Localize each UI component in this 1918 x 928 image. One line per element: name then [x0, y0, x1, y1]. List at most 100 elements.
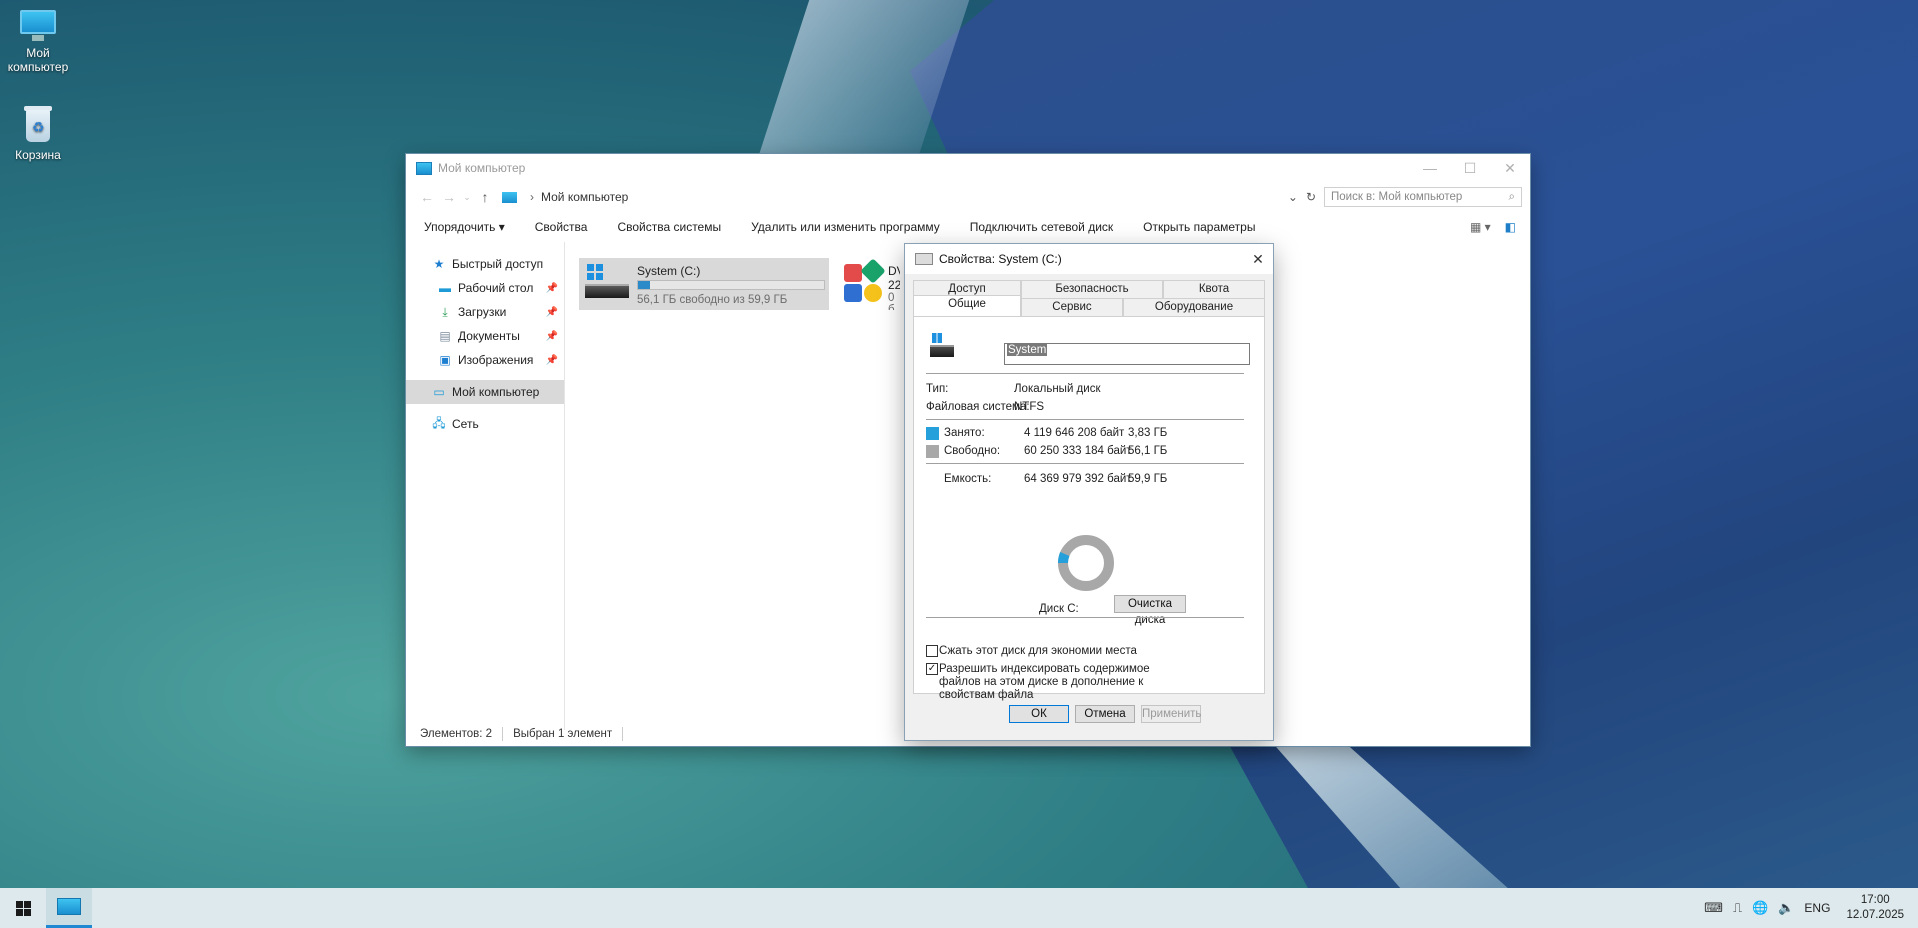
dialog-titlebar[interactable]: Свойства: System (C:) ✕: [905, 244, 1273, 274]
type-label: Тип:: [926, 383, 949, 395]
nav-desktop[interactable]: ▬ Рабочий стол 📌: [406, 276, 564, 300]
tab-security[interactable]: Безопасность: [1021, 280, 1163, 298]
breadcrumb[interactable]: › Мой компьютер: [502, 190, 628, 204]
command-bar: Упорядочить ▾ Свойства Свойства системы …: [406, 212, 1530, 242]
nav-this-pc[interactable]: ▭ Мой компьютер: [406, 380, 564, 404]
capacity-bytes: 64 369 979 392 байт: [1024, 473, 1132, 485]
computer-icon: [57, 898, 81, 915]
up-button[interactable]: ↑: [474, 189, 496, 205]
tab-quota[interactable]: Квота: [1163, 280, 1265, 298]
preview-pane-icon[interactable]: ◧: [1505, 220, 1516, 234]
capacity-label: Емкость:: [944, 473, 992, 485]
chevron-down-icon[interactable]: ⌄: [1288, 190, 1298, 204]
ok-button[interactable]: ОК: [1009, 705, 1069, 723]
drive-free-space: 56,1 ГБ свободно из 59,9 ГБ: [637, 294, 788, 306]
volume-name-input[interactable]: System: [1004, 343, 1250, 365]
language-indicator[interactable]: ENG: [1804, 901, 1830, 915]
back-button[interactable]: ←: [416, 189, 438, 205]
monitor-icon: [18, 10, 58, 42]
nav-quick-access[interactable]: ★ Быстрый доступ: [406, 252, 564, 276]
network-globe-icon[interactable]: 🌐: [1752, 900, 1768, 916]
wallpaper-streak: [750, 0, 970, 180]
computer-icon: [502, 191, 517, 203]
pictures-icon: ▣: [439, 353, 451, 367]
search-placeholder: Поиск в: Мой компьютер: [1331, 191, 1463, 203]
uninstall-program-button[interactable]: Удалить или изменить программу: [751, 220, 940, 234]
tab-tools[interactable]: Сервис: [1021, 298, 1123, 316]
drive-icon: [915, 253, 933, 265]
open-settings-button[interactable]: Открыть параметры: [1143, 220, 1255, 234]
close-button[interactable]: ✕: [1490, 160, 1530, 177]
forward-button[interactable]: →: [438, 189, 460, 205]
clock-date: 12.07.2025: [1846, 909, 1904, 921]
properties-button[interactable]: Свойства: [535, 220, 588, 234]
dvd-line3: 0 б: [888, 292, 895, 310]
system-tray: ⌨ ⎍ 🌐 🔈 ENG 17:00 12.07.2025: [1704, 893, 1904, 923]
nav-label: Изображения: [458, 353, 534, 367]
apply-button[interactable]: Применить: [1141, 705, 1201, 723]
volume-icon[interactable]: 🔈: [1778, 900, 1794, 916]
keyboard-icon[interactable]: ⌨: [1704, 900, 1723, 916]
nav-network[interactable]: 🖧 Сеть: [406, 412, 564, 436]
network-icon: 🖧: [432, 415, 446, 430]
index-checkbox[interactable]: ✓: [926, 663, 938, 675]
pin-icon: 📌: [545, 282, 558, 294]
download-icon: ⤓: [442, 304, 448, 319]
hard-drive-icon: [930, 333, 956, 357]
map-network-drive-button[interactable]: Подключить сетевой диск: [970, 220, 1113, 234]
desktop-folder-icon: ▬: [439, 281, 451, 295]
pin-icon: 📌: [545, 354, 558, 366]
minimize-button[interactable]: —: [1410, 160, 1450, 177]
maximize-button[interactable]: ☐: [1450, 160, 1490, 177]
desktop-icon-my-computer[interactable]: Мой компьютер: [0, 10, 76, 74]
nav-label: Быстрый доступ: [452, 257, 544, 271]
nav-pictures[interactable]: ▣ Изображения 📌: [406, 348, 564, 372]
disk-cleanup-button[interactable]: Очистка диска: [1114, 595, 1186, 626]
search-input[interactable]: Поиск в: Мой компьютер ⌕: [1324, 187, 1522, 207]
dvd-drive-tile[interactable]: DV 22 0 б: [840, 258, 900, 310]
refresh-icon[interactable]: ↻: [1306, 190, 1316, 204]
desktop-icon-label: Мой компьютер: [7, 46, 69, 74]
system-properties-button[interactable]: Свойства системы: [617, 220, 721, 234]
document-icon: ▤: [439, 329, 451, 343]
desktop-icon-recycle-bin[interactable]: ♻ Корзина: [0, 104, 76, 162]
tab-general[interactable]: Общие: [913, 295, 1021, 316]
nav-label: Документы: [458, 329, 520, 343]
status-selected: Выбран 1 элемент: [513, 728, 613, 740]
view-options-icon[interactable]: ▦ ▾: [1470, 220, 1491, 234]
nav-documents[interactable]: ▤ Документы 📌: [406, 324, 564, 348]
organize-button[interactable]: Упорядочить ▾: [424, 220, 505, 234]
explorer-titlebar[interactable]: Мой компьютер — ☐ ✕: [406, 154, 1530, 182]
nav-label: Мой компьютер: [452, 385, 540, 399]
desktop-icon-label: Корзина: [15, 148, 61, 162]
filesystem-value: NTFS: [1014, 401, 1045, 413]
capacity-gb: 59,9 ГБ: [1128, 473, 1168, 485]
used-color-swatch: [926, 427, 939, 440]
status-item-count: Элементов: 2: [420, 728, 493, 740]
drive-c-tile[interactable]: System (C:) 56,1 ГБ свободно из 59,9 ГБ: [579, 258, 829, 310]
computer-icon: [416, 161, 432, 175]
dvd-name: DV: [888, 264, 900, 278]
dialog-close-button[interactable]: ✕: [1243, 251, 1273, 268]
start-button[interactable]: [0, 888, 46, 928]
window-title: Мой компьютер: [438, 161, 526, 175]
recent-locations-button[interactable]: ⌄: [460, 192, 474, 203]
dvd-line2: 22: [888, 278, 900, 292]
compress-label: Сжать этот диск для экономии места: [939, 645, 1137, 657]
dialog-title: Свойства: System (C:): [939, 252, 1062, 266]
cancel-button[interactable]: Отмена: [1075, 705, 1135, 723]
pin-icon: 📌: [545, 306, 558, 318]
clock[interactable]: 17:00 12.07.2025: [1846, 893, 1904, 923]
free-label: Свободно:: [944, 445, 1001, 457]
pin-icon: 📌: [545, 330, 558, 342]
compress-checkbox[interactable]: [926, 645, 938, 657]
volume-name-text: System: [1007, 344, 1048, 356]
nav-downloads[interactable]: ⤓ Загрузки 📌: [406, 300, 564, 324]
free-gb: 56,1 ГБ: [1128, 445, 1168, 457]
clock-time: 17:00: [1860, 894, 1890, 906]
tab-hardware[interactable]: Оборудование: [1123, 298, 1265, 316]
usb-icon[interactable]: ⎍: [1733, 900, 1742, 916]
breadcrumb-item[interactable]: Мой компьютер: [541, 190, 628, 204]
chevron-right-icon: ›: [530, 190, 534, 204]
taskbar-explorer-app[interactable]: [46, 888, 92, 928]
